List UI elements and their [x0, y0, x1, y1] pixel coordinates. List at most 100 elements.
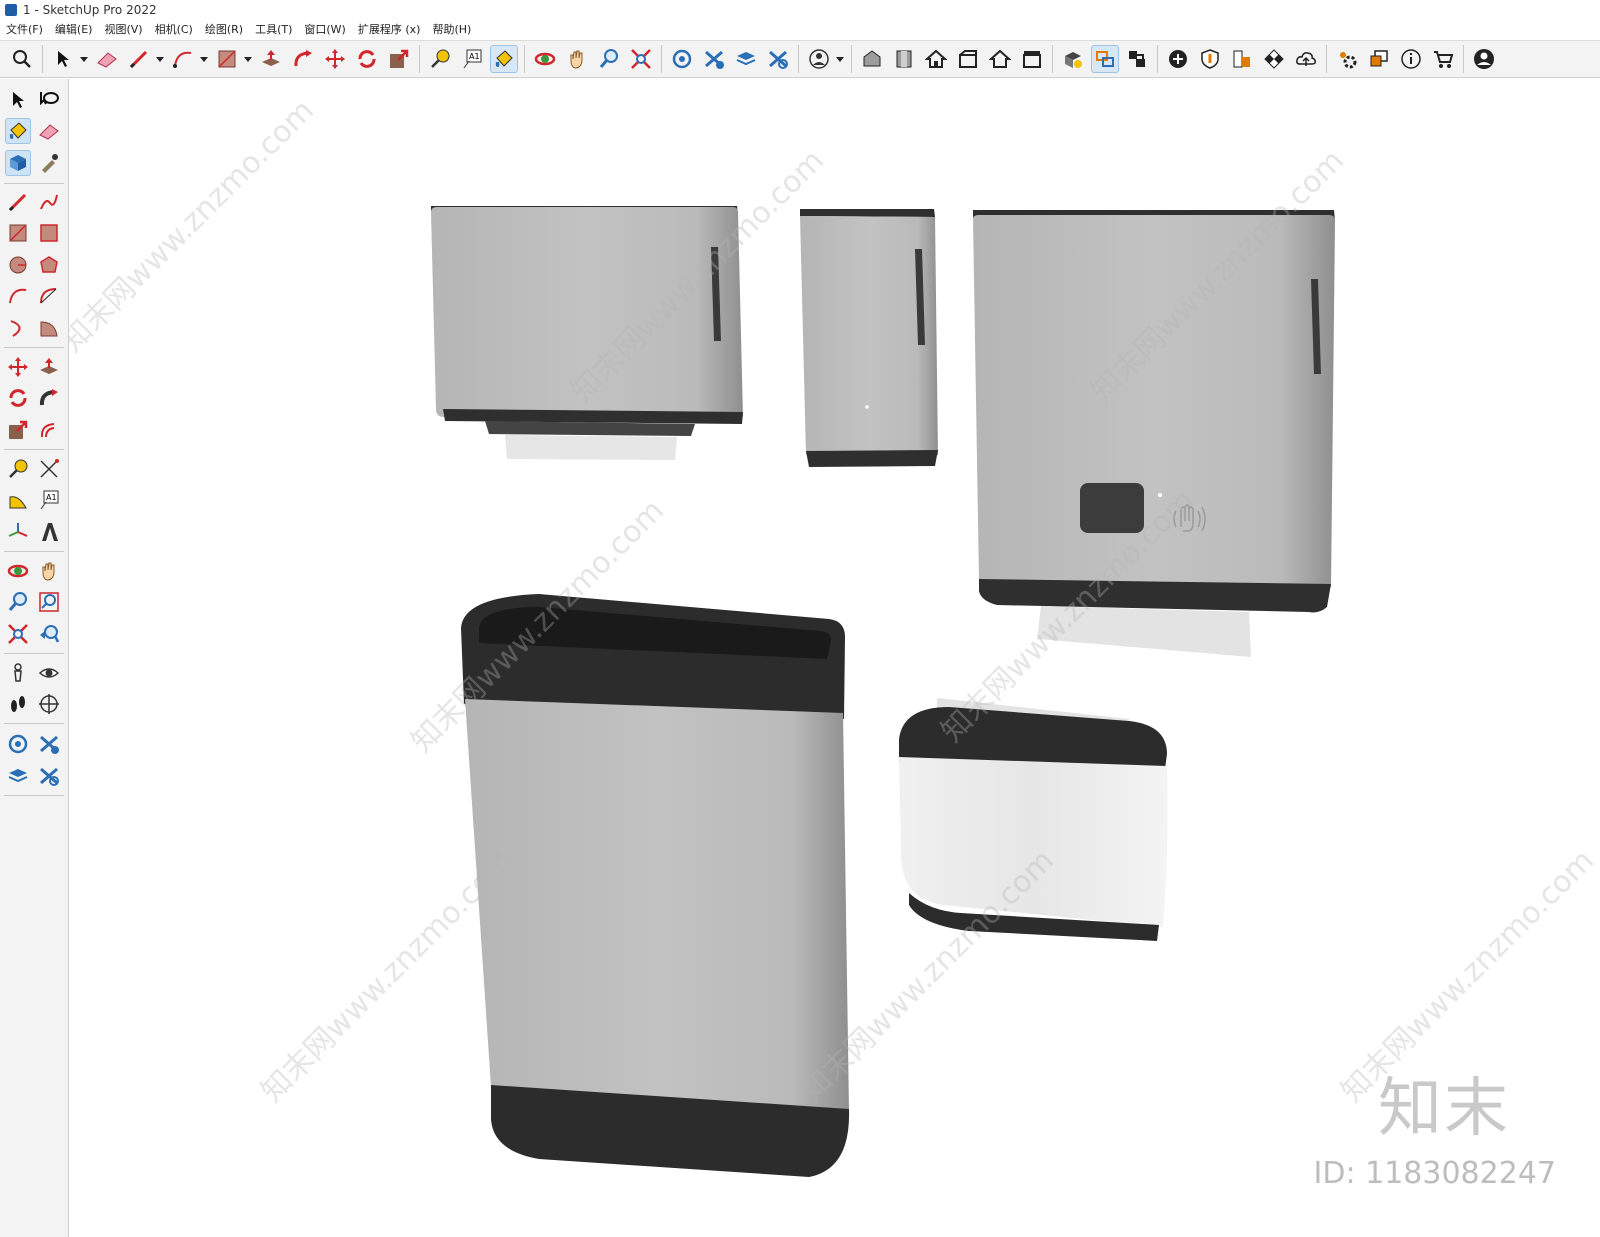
select-tool-icon[interactable] [5, 87, 31, 113]
solid-tools-icon[interactable] [1059, 45, 1087, 73]
info-icon[interactable] [1397, 45, 1425, 73]
dimension-tool-icon[interactable] [36, 456, 62, 482]
push-pull-tool-icon[interactable] [257, 45, 285, 73]
scenes-icon[interactable] [1123, 45, 1151, 73]
tape-measure-tool-icon[interactable] [5, 456, 31, 482]
paint-bucket-tool-icon[interactable] [5, 118, 31, 144]
rotated-rectangle-icon[interactable] [36, 220, 62, 246]
walk-tool-icon[interactable] [5, 691, 31, 717]
menu-extensions[interactable]: 扩展程序 (x) [352, 20, 427, 40]
menu-camera[interactable]: 相机(C) [149, 20, 199, 40]
zoom-extents-tool-icon[interactable] [5, 621, 31, 647]
tape-measure-tool-icon[interactable] [426, 45, 454, 73]
pencil-tool-icon[interactable] [125, 45, 153, 73]
styles-icon[interactable] [1228, 45, 1256, 73]
layer-tools-icon[interactable] [732, 45, 760, 73]
rectangle-tool-icon[interactable] [213, 45, 241, 73]
pencil-tool-icon[interactable] [5, 189, 31, 215]
paint-bucket-tool-icon[interactable] [490, 45, 518, 73]
follow-me-tool-icon[interactable] [36, 385, 62, 411]
move-tool-icon[interactable] [321, 45, 349, 73]
freehand-tool-icon[interactable] [36, 189, 62, 215]
rotate-tool-icon[interactable] [353, 45, 381, 73]
select-tool-icon[interactable] [49, 45, 77, 73]
scale-tool-icon[interactable] [385, 45, 413, 73]
eraser-tool-icon[interactable] [93, 45, 121, 73]
layer-tools-icon[interactable] [5, 763, 31, 789]
lasso-select-icon[interactable] [36, 87, 62, 113]
settings-gear-icon[interactable] [1333, 45, 1361, 73]
previous-view-icon[interactable] [36, 621, 62, 647]
two-point-arc-icon[interactable] [36, 283, 62, 309]
section-plane-icon[interactable] [1091, 45, 1119, 73]
follow-me-tool-icon[interactable] [289, 45, 317, 73]
orbit-tool-icon[interactable] [5, 558, 31, 584]
menu-draw[interactable]: 绘图(R) [199, 20, 249, 40]
dialog-icon[interactable] [1365, 45, 1393, 73]
add-location-icon[interactable] [1164, 45, 1192, 73]
circle-tool-icon[interactable] [5, 252, 31, 278]
eraser-tool-icon[interactable] [36, 118, 62, 144]
zoom-extents-tool-icon[interactable] [627, 45, 655, 73]
narrow-dispenser[interactable] [800, 209, 938, 467]
menu-help[interactable]: 帮助(H) [426, 20, 477, 40]
3d-text-tool-icon[interactable] [36, 519, 62, 545]
warehouse-icon[interactable] [5, 731, 31, 757]
warehouse-icon[interactable] [668, 45, 696, 73]
select-dropdown-icon[interactable] [79, 45, 89, 73]
polygon-tool-icon[interactable] [36, 252, 62, 278]
position-camera-icon[interactable] [5, 660, 31, 686]
text-tool-icon[interactable]: A1 [36, 487, 62, 513]
menu-file[interactable]: 文件(F) [0, 20, 49, 40]
orbit-tool-icon[interactable] [531, 45, 559, 73]
zoom-tool-icon[interactable] [595, 45, 623, 73]
pie-tool-icon[interactable] [36, 315, 62, 341]
top-view-icon[interactable] [890, 45, 918, 73]
front-view-icon[interactable] [922, 45, 950, 73]
text-tool-icon[interactable]: A1 [458, 45, 486, 73]
rotate-tool-icon[interactable] [5, 385, 31, 411]
rectangle-dropdown-icon[interactable] [243, 45, 253, 73]
back-view-icon[interactable] [986, 45, 1014, 73]
account-icon[interactable] [805, 45, 833, 73]
pan-tool-icon[interactable] [36, 558, 62, 584]
push-pull-tool-icon[interactable] [36, 354, 62, 380]
eyedropper-icon[interactable] [36, 150, 62, 176]
profile-icon[interactable] [1470, 45, 1498, 73]
model-viewport[interactable]: 知末网www.znzmo.com 知末网www.znzmo.com 知末网www… [69, 79, 1600, 1237]
iso-view-icon[interactable] [858, 45, 886, 73]
shield-icon[interactable] [1196, 45, 1224, 73]
menu-tools[interactable]: 工具(T) [249, 20, 298, 40]
protractor-tool-icon[interactable] [5, 487, 31, 513]
pencil-dropdown-icon[interactable] [155, 45, 165, 73]
arc-tool-icon[interactable] [169, 45, 197, 73]
extension-warehouse-icon[interactable] [700, 45, 728, 73]
offset-tool-icon[interactable] [36, 417, 62, 443]
left-view-icon[interactable] [1018, 45, 1046, 73]
pan-tool-icon[interactable] [563, 45, 591, 73]
checker-icon[interactable] [1260, 45, 1288, 73]
arc-dropdown-icon[interactable] [199, 45, 209, 73]
menu-window[interactable]: 窗口(W) [298, 20, 351, 40]
rectangle-tool-icon[interactable] [5, 220, 31, 246]
menu-edit[interactable]: 编辑(E) [49, 20, 99, 40]
menu-view[interactable]: 视图(V) [98, 20, 148, 40]
trash-bin[interactable] [461, 594, 850, 1177]
move-tool-icon[interactable] [5, 354, 31, 380]
scale-tool-icon[interactable] [5, 417, 31, 443]
right-view-icon[interactable] [954, 45, 982, 73]
look-around-icon[interactable] [36, 660, 62, 686]
three-point-arc-icon[interactable] [5, 315, 31, 341]
extension-manager-icon[interactable] [36, 763, 62, 789]
extension-manager-icon[interactable] [764, 45, 792, 73]
large-sensor-dispenser[interactable] [973, 210, 1335, 657]
component-icon[interactable] [5, 150, 31, 176]
extension-warehouse-icon[interactable] [36, 731, 62, 757]
zoom-window-icon[interactable] [8, 45, 36, 73]
account-dropdown-icon[interactable] [835, 45, 845, 73]
arc-tool-icon[interactable] [5, 283, 31, 309]
zoom-window-icon[interactable] [36, 589, 62, 615]
cloud-upload-icon[interactable] [1292, 45, 1320, 73]
axes-tool-icon[interactable] [5, 519, 31, 545]
cart-icon[interactable] [1429, 45, 1457, 73]
